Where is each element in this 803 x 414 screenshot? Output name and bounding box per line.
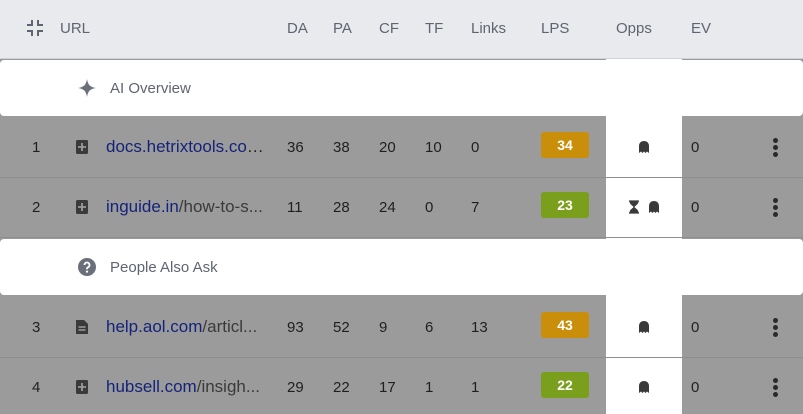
ev-value: 0 bbox=[691, 199, 700, 216]
serp-feature-people-also-ask: People Also Ask bbox=[0, 239, 803, 295]
da-value: 29 bbox=[287, 379, 304, 396]
result-url[interactable]: help.aol.com/articl... bbox=[106, 317, 268, 337]
result-url[interactable]: docs.hetrixtools.com/... bbox=[106, 137, 268, 157]
links-value: 7 bbox=[471, 199, 480, 216]
column-header-opps[interactable]: Opps bbox=[616, 20, 652, 37]
da-value: 36 bbox=[287, 139, 304, 156]
row-rank: 2 bbox=[32, 199, 41, 216]
column-header-url[interactable]: URL bbox=[60, 20, 90, 37]
column-header-ev[interactable]: EV bbox=[691, 20, 711, 37]
opps-icons bbox=[606, 138, 682, 158]
pa-value: 38 bbox=[333, 139, 350, 156]
table-row[interactable]: 3 help.aol.com/articl... 93 52 9 6 13 43… bbox=[0, 298, 803, 358]
links-value: 1 bbox=[471, 379, 480, 396]
cf-value: 24 bbox=[379, 199, 396, 216]
da-value: 11 bbox=[287, 199, 303, 216]
table-row[interactable]: 4 hubsell.com/insigh... 29 22 17 1 1 22 … bbox=[0, 358, 803, 414]
pa-value: 22 bbox=[333, 379, 350, 396]
row-rank: 3 bbox=[32, 319, 41, 336]
column-header-tf[interactable]: TF bbox=[425, 20, 443, 37]
column-header-cf[interactable]: CF bbox=[379, 20, 399, 37]
question-icon bbox=[78, 258, 96, 276]
column-header-links[interactable]: Links bbox=[471, 20, 506, 37]
row-rank: 1 bbox=[32, 139, 41, 156]
feature-label: People Also Ask bbox=[110, 259, 218, 276]
ev-value: 0 bbox=[691, 379, 700, 396]
row-menu-icon[interactable] bbox=[771, 378, 779, 400]
pa-value: 28 bbox=[333, 199, 350, 216]
table-row[interactable]: 2 inguide.in/how-to-s... 11 28 24 0 7 23… bbox=[0, 178, 803, 238]
feature-label: AI Overview bbox=[110, 80, 191, 97]
doc-plus-icon bbox=[76, 380, 88, 394]
row-menu-icon[interactable] bbox=[771, 198, 779, 220]
doc-text-icon bbox=[76, 320, 88, 334]
row-rank: 4 bbox=[32, 379, 41, 396]
tf-value: 1 bbox=[425, 379, 434, 396]
ev-value: 0 bbox=[691, 139, 700, 156]
tf-value: 10 bbox=[425, 139, 442, 156]
lps-badge: 43 bbox=[541, 312, 589, 338]
ghost-icon[interactable] bbox=[638, 320, 650, 334]
ghost-icon[interactable] bbox=[648, 200, 660, 214]
column-header-da[interactable]: DA bbox=[287, 20, 308, 37]
result-url[interactable]: inguide.in/how-to-s... bbox=[106, 197, 268, 217]
serp-feature-ai-overview: AI Overview bbox=[0, 60, 803, 116]
lps-badge: 34 bbox=[541, 132, 589, 158]
hourglass-icon[interactable] bbox=[628, 200, 640, 214]
ghost-icon[interactable] bbox=[638, 140, 650, 154]
doc-plus-icon bbox=[76, 140, 88, 154]
links-value: 13 bbox=[471, 319, 488, 336]
lps-badge: 23 bbox=[541, 192, 589, 218]
pa-value: 52 bbox=[333, 319, 350, 336]
table-header: URL DA PA CF TF Links LPS Opps EV bbox=[0, 0, 803, 59]
tf-value: 6 bbox=[425, 319, 434, 336]
cf-value: 9 bbox=[379, 319, 388, 336]
table-row[interactable]: 1 docs.hetrixtools.com/... 36 38 20 10 0… bbox=[0, 118, 803, 178]
collapse-icon[interactable] bbox=[26, 19, 44, 37]
sparkle-icon bbox=[78, 79, 96, 97]
result-url[interactable]: hubsell.com/insigh... bbox=[106, 377, 268, 397]
cf-value: 20 bbox=[379, 139, 396, 156]
doc-plus-icon bbox=[76, 200, 88, 214]
row-menu-icon[interactable] bbox=[771, 138, 779, 160]
column-header-pa[interactable]: PA bbox=[333, 20, 352, 37]
cf-value: 17 bbox=[379, 379, 396, 396]
opps-icons bbox=[606, 378, 682, 398]
column-header-lps[interactable]: LPS bbox=[541, 20, 569, 37]
ghost-icon[interactable] bbox=[638, 380, 650, 394]
opps-icons bbox=[606, 318, 682, 338]
opps-icons bbox=[606, 198, 682, 218]
row-menu-icon[interactable] bbox=[771, 318, 779, 340]
tf-value: 0 bbox=[425, 199, 434, 216]
da-value: 93 bbox=[287, 319, 304, 336]
ev-value: 0 bbox=[691, 319, 700, 336]
links-value: 0 bbox=[471, 139, 480, 156]
lps-badge: 22 bbox=[541, 372, 589, 398]
